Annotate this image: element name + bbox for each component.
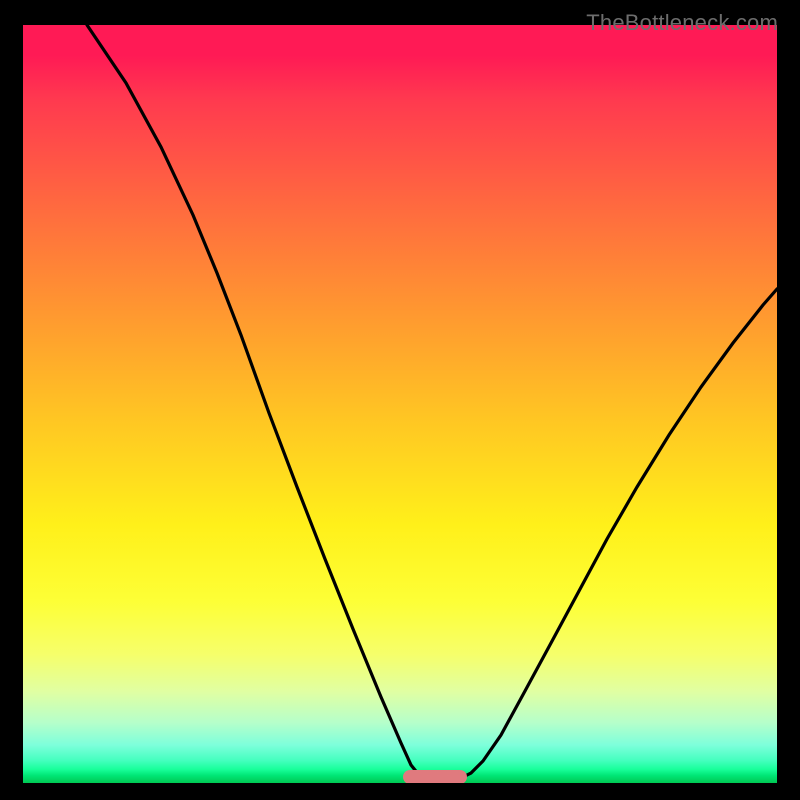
chart-curve-path	[87, 25, 777, 780]
chart-curve-svg	[23, 25, 777, 783]
chart-bottom-marker	[403, 770, 467, 783]
chart-frame: TheBottleneck.com	[10, 10, 790, 790]
watermark-text: TheBottleneck.com	[586, 10, 778, 36]
chart-plot-area	[23, 25, 777, 783]
